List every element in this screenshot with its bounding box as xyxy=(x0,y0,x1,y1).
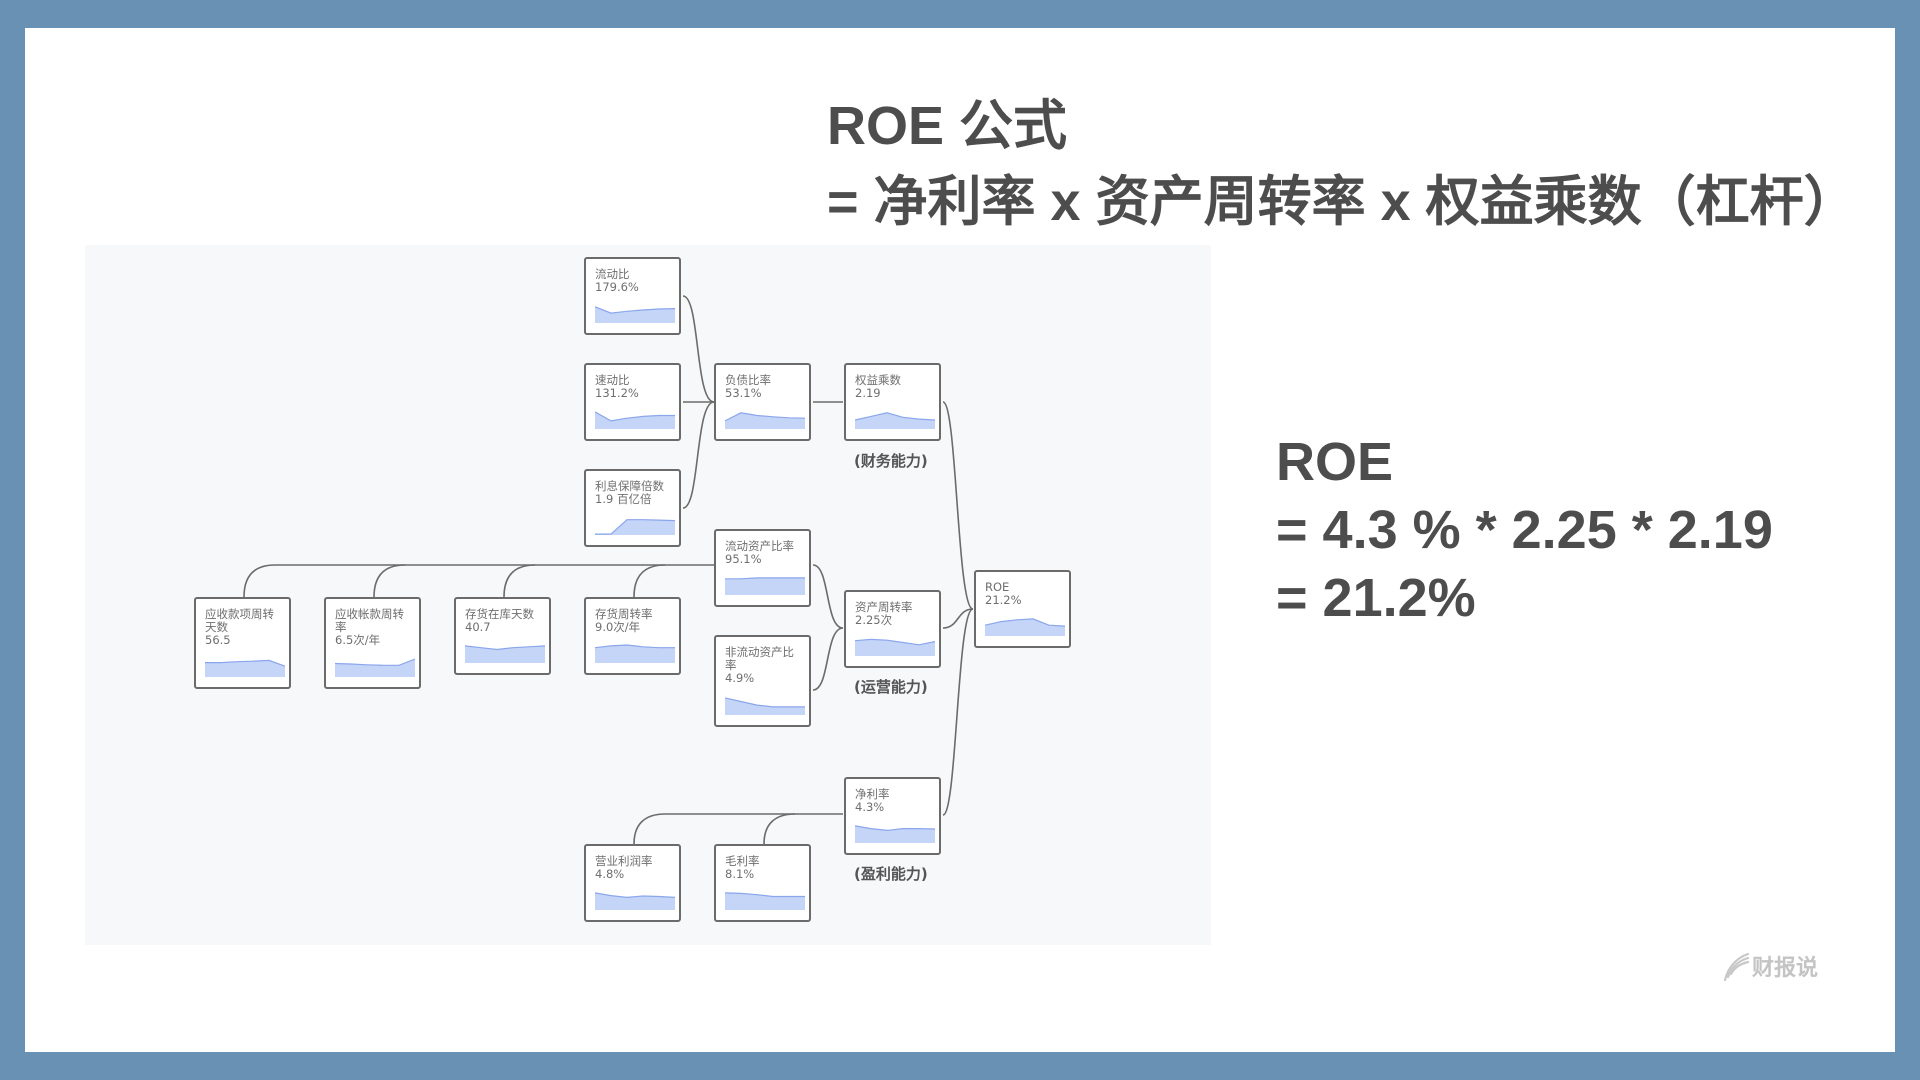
link-ar-turnover-branch xyxy=(373,564,406,598)
node-text: 应收款项周转 天数 56.5 xyxy=(205,608,285,647)
sparkline-chart xyxy=(855,412,935,429)
roe-decomposition-diagram: 流动比 179.6% 速动比 131.2% 利息保障倍数 1.9 百亿倍 负债比率 53… xyxy=(85,245,1211,945)
node-asset-turnover[interactable]: 资产周转率 2.25次 xyxy=(844,590,941,668)
sparkline-chart xyxy=(595,411,675,429)
sparkline-chart xyxy=(595,892,675,910)
node-text: 资产周转率 2.25次 xyxy=(855,601,935,627)
node-value: 21.2% xyxy=(985,593,1022,607)
node-value: 95.1% xyxy=(725,552,762,566)
node-text: 利息保障倍数 1.9 百亿倍 xyxy=(595,480,675,506)
node-text: 营业利润率 4.8% xyxy=(595,855,675,881)
sparkline-chart xyxy=(725,892,805,910)
node-value: 131.2% xyxy=(595,386,639,400)
node-text: 流动资产比率 95.1% xyxy=(725,540,805,566)
sparkline-chart xyxy=(465,645,545,663)
node-text: 流动比 179.6% xyxy=(595,268,675,294)
node-text: 权益乘数 2.19 xyxy=(855,374,935,400)
link-interest-to-debt xyxy=(682,401,715,509)
sparkline-chart xyxy=(205,659,285,677)
node-debt-ratio[interactable]: 负债比率 53.1% xyxy=(714,363,811,441)
feather-stripes-icon xyxy=(1723,952,1750,982)
node-interest-coverage[interactable]: 利息保障倍数 1.9 百亿倍 xyxy=(584,469,681,547)
node-value: 1.9 百亿倍 xyxy=(595,492,652,506)
sparkline-line xyxy=(335,658,415,666)
node-quick-ratio[interactable]: 速动比 131.2% xyxy=(584,363,681,441)
node-net-margin[interactable]: 净利率 4.3% xyxy=(844,777,941,855)
node-text: 存货在库天数 40.7 xyxy=(465,608,545,634)
node-gross-margin[interactable]: 毛利率 8.1% xyxy=(714,844,811,922)
formula-line-1: ROE xyxy=(1276,432,1394,492)
node-ar-turnover[interactable]: 应收帐款周转率 6.5次/年 xyxy=(324,597,421,689)
node-value: 8.1% xyxy=(725,867,755,881)
sparkline-chart xyxy=(855,825,935,843)
node-text: 存货周转率 9.0次/年 xyxy=(595,608,675,634)
node-current-asset-ratio[interactable]: 流动资产比率 95.1% xyxy=(714,529,811,607)
link-inv-turnover-branch xyxy=(633,564,666,598)
node-value: 4.8% xyxy=(595,867,625,881)
node-text: 负债比率 53.1% xyxy=(725,374,805,400)
sparkline-chart xyxy=(335,658,415,677)
node-label: 非流动资产比 xyxy=(725,645,794,659)
node-text: 净利率 4.3% xyxy=(855,788,935,814)
title-line-1: ROE 公式 xyxy=(827,96,1068,156)
group-label-profit: (盈利能力) xyxy=(854,865,928,883)
link-operating-row xyxy=(243,564,714,598)
sparkline-area xyxy=(725,577,805,595)
link-current-to-debt xyxy=(682,295,715,403)
sparkline-chart xyxy=(595,306,675,323)
sparkline-area xyxy=(595,519,675,535)
node-text: 应收帐款周转率 6.5次/年 xyxy=(335,608,415,647)
formula-line-3: = 21.2% xyxy=(1276,568,1476,628)
roe-calculation: ROE = 4.3 % * 2.25 * 2.19 = 21.2% xyxy=(1276,428,1773,632)
link-inv-days-branch xyxy=(503,564,536,598)
link-current-asset-to-turnover xyxy=(812,564,844,629)
node-inventory-turnover[interactable]: 存货周转率 9.0次/年 xyxy=(584,597,681,675)
sparkline-chart xyxy=(985,618,1065,636)
sparkline-chart xyxy=(855,638,935,656)
brand-name: 财报说 xyxy=(1752,956,1819,981)
link-gross-branch xyxy=(763,813,796,845)
node-value: 6.5次/年 xyxy=(335,633,381,647)
sparkline-chart xyxy=(725,697,805,715)
node-value: 4.9% xyxy=(725,671,755,685)
group-label-financial: (财务能力) xyxy=(854,452,928,470)
group-label-operating: (运营能力) xyxy=(854,678,928,696)
node-value: 2.25次 xyxy=(855,613,893,627)
sparkline-area xyxy=(335,659,415,677)
title-line-2: = 净利率 x 资产周转率 x 权益乘数（杠杆） xyxy=(827,172,1858,232)
node-current-ratio[interactable]: 流动比 179.6% xyxy=(584,257,681,335)
node-roe[interactable]: ROE 21.2% xyxy=(974,570,1071,648)
node-value: 4.3% xyxy=(855,800,885,814)
sparkline-chart xyxy=(725,412,805,429)
node-text: 速动比 131.2% xyxy=(595,374,675,400)
link-equity-to-roe xyxy=(942,401,974,610)
node-operating-margin[interactable]: 营业利润率 4.8% xyxy=(584,844,681,922)
node-value: 53.1% xyxy=(725,386,762,400)
sparkline-chart xyxy=(595,519,675,535)
node-text: 毛利率 8.1% xyxy=(725,855,805,881)
formula-line-2: = 4.3 % * 2.25 * 2.19 xyxy=(1276,500,1773,560)
node-value: 9.0次/年 xyxy=(595,620,641,634)
sparkline-area xyxy=(595,411,675,429)
sparkline-chart xyxy=(725,577,805,595)
node-value: 179.6% xyxy=(595,280,639,294)
brand-logo: 财报说 xyxy=(1722,950,1818,982)
sparkline-area xyxy=(985,618,1065,636)
node-value: 40.7 xyxy=(465,620,491,634)
node-noncurrent-asset-ratio[interactable]: 非流动资产比率 4.9% xyxy=(714,635,811,727)
link-turnover-to-roe xyxy=(942,608,974,629)
slide-title: ROE 公式 = 净利率 x 资产周转率 x 权益乘数（杠杆） xyxy=(827,88,1858,240)
node-value: 56.5 xyxy=(205,633,231,647)
node-text: ROE 21.2% xyxy=(985,581,1065,607)
link-noncurrent-to-turnover xyxy=(812,627,844,691)
node-inventory-days[interactable]: 存货在库天数 40.7 xyxy=(454,597,551,675)
link-margin-to-roe xyxy=(942,608,974,816)
sparkline-chart xyxy=(595,644,675,663)
node-value: 2.19 xyxy=(855,386,881,400)
node-ar-days[interactable]: 应收款项周转 天数 56.5 xyxy=(194,597,291,689)
node-equity-multiplier[interactable]: 权益乘数 2.19 xyxy=(844,363,941,441)
link-profit-row xyxy=(633,813,843,845)
node-text: 非流动资产比率 4.9% xyxy=(725,646,805,685)
node-label: 应收帐款周转 xyxy=(335,607,404,621)
